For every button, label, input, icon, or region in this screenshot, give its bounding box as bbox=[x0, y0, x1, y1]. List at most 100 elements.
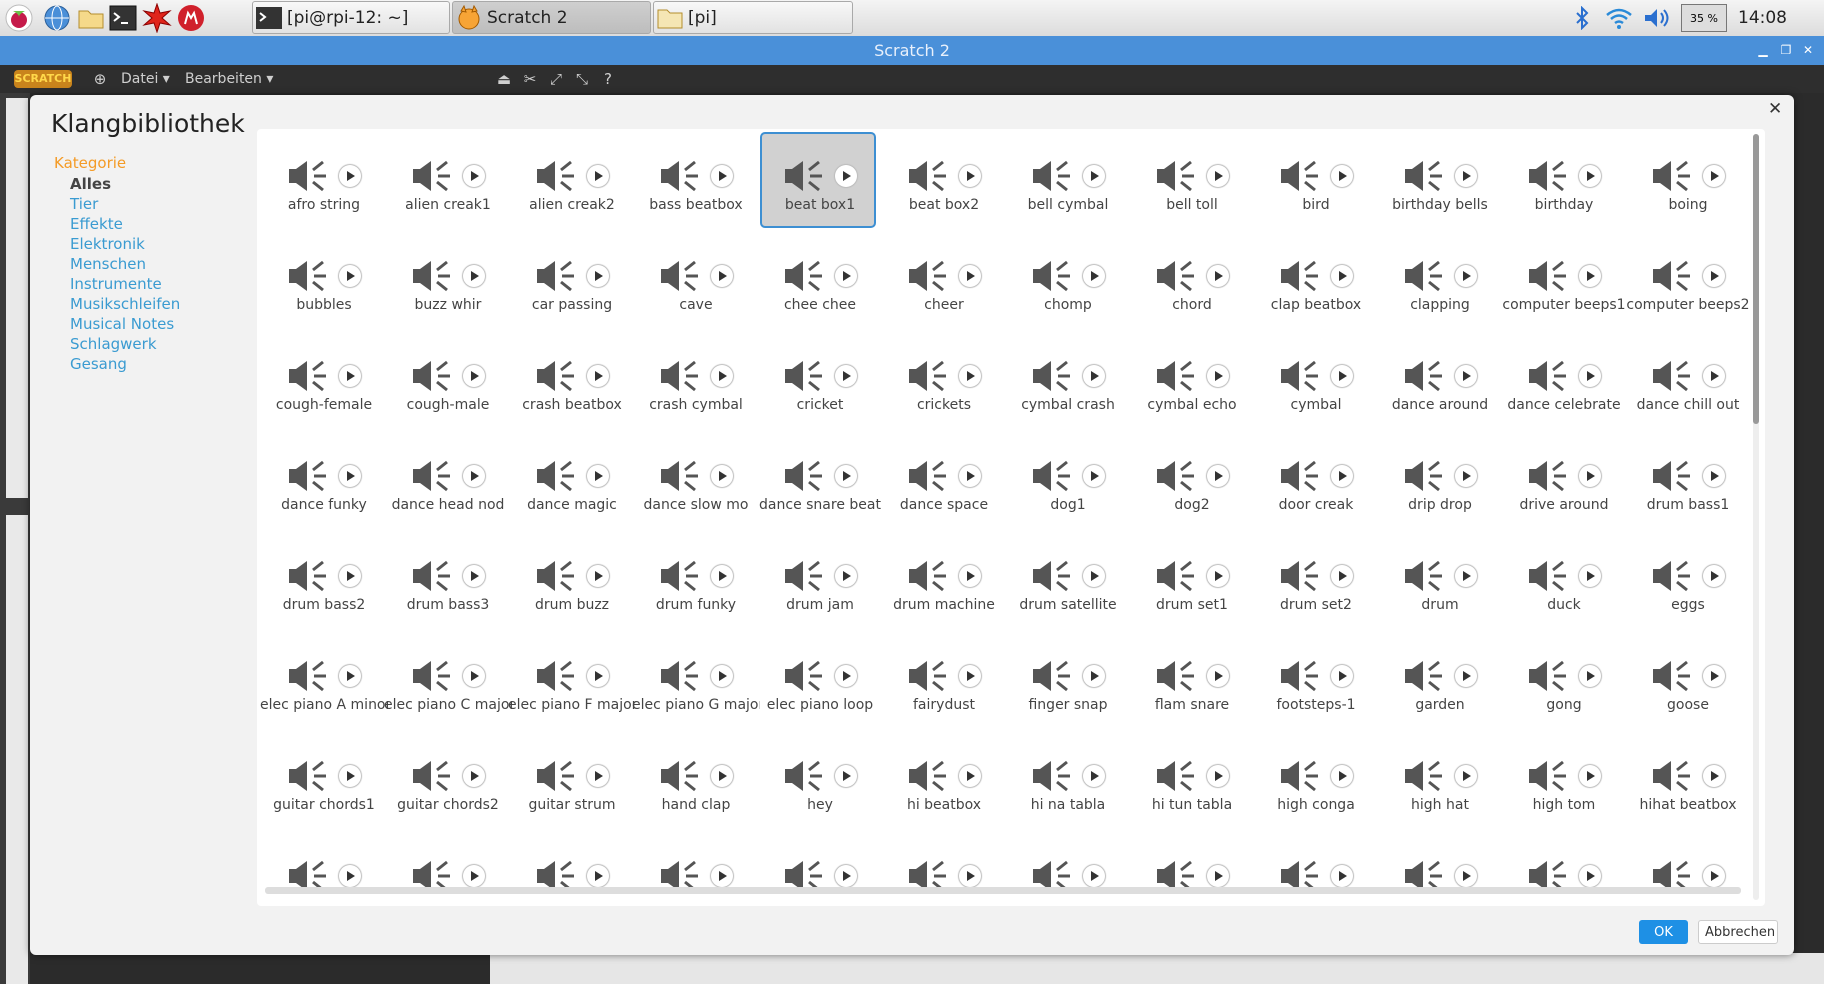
sound-item[interactable]: dance around bbox=[1380, 332, 1496, 428]
category-item[interactable]: Effekte bbox=[70, 215, 123, 233]
sound-item[interactable] bbox=[636, 832, 752, 906]
sound-item[interactable] bbox=[264, 832, 380, 906]
sound-item[interactable]: chomp bbox=[1008, 232, 1124, 328]
play-button-icon[interactable] bbox=[339, 165, 361, 187]
sound-item[interactable]: goose bbox=[1628, 632, 1744, 728]
sound-item[interactable]: drum set2 bbox=[1256, 532, 1372, 628]
play-button-icon[interactable] bbox=[1579, 565, 1601, 587]
category-item[interactable]: Elektronik bbox=[70, 235, 145, 253]
play-button-icon[interactable] bbox=[1207, 265, 1229, 287]
play-button-icon[interactable] bbox=[711, 365, 733, 387]
sound-item[interactable] bbox=[1504, 832, 1620, 906]
play-button-icon[interactable] bbox=[835, 365, 857, 387]
play-button-icon[interactable] bbox=[835, 865, 857, 887]
category-item[interactable]: Alles bbox=[70, 175, 111, 193]
menu-edit[interactable]: Bearbeiten ▾ bbox=[185, 65, 273, 93]
sound-item[interactable]: drum buzz bbox=[512, 532, 628, 628]
sound-item[interactable]: hand clap bbox=[636, 732, 752, 828]
sound-item[interactable]: garden bbox=[1380, 632, 1496, 728]
sound-item[interactable]: dance celebrate bbox=[1504, 332, 1621, 428]
sound-item[interactable]: drip drop bbox=[1380, 432, 1496, 528]
sound-item[interactable]: bell toll bbox=[1132, 132, 1248, 228]
play-button-icon[interactable] bbox=[1703, 265, 1725, 287]
wolfram-icon[interactable] bbox=[176, 3, 206, 33]
sound-item[interactable]: guitar chords2 bbox=[388, 732, 504, 828]
play-button-icon[interactable] bbox=[1579, 365, 1601, 387]
play-button-icon[interactable] bbox=[463, 365, 485, 387]
sound-item[interactable] bbox=[388, 832, 504, 906]
raspberry-menu-icon[interactable] bbox=[4, 3, 34, 33]
play-button-icon[interactable] bbox=[1579, 465, 1601, 487]
sound-item[interactable]: fairydust bbox=[884, 632, 1000, 728]
play-button-icon[interactable] bbox=[1703, 565, 1725, 587]
play-button-icon[interactable] bbox=[1083, 665, 1105, 687]
sound-item[interactable]: high tom bbox=[1504, 732, 1620, 828]
close-icon[interactable]: ✕ bbox=[1768, 99, 1782, 119]
grow-icon[interactable]: ⤢ bbox=[546, 69, 566, 89]
task-terminal[interactable]: [pi@rpi-12: ~] bbox=[252, 1, 450, 34]
close-window-icon[interactable]: ✕ bbox=[1797, 36, 1819, 65]
play-button-icon[interactable] bbox=[1579, 865, 1601, 887]
vertical-scrollbar[interactable] bbox=[1753, 134, 1759, 900]
sound-item[interactable]: bird bbox=[1256, 132, 1372, 228]
play-button-icon[interactable] bbox=[1331, 165, 1353, 187]
sound-item[interactable]: elec piano G major bbox=[632, 632, 760, 728]
play-button-icon[interactable] bbox=[1455, 765, 1477, 787]
sound-item[interactable]: clapping bbox=[1380, 232, 1496, 328]
play-button-icon[interactable] bbox=[1455, 365, 1477, 387]
play-button-icon[interactable] bbox=[835, 465, 857, 487]
play-button-icon[interactable] bbox=[959, 365, 981, 387]
help-icon[interactable]: ? bbox=[598, 69, 618, 89]
sound-item[interactable]: cymbal crash bbox=[1008, 332, 1124, 428]
sound-item[interactable] bbox=[760, 832, 876, 906]
sound-item[interactable]: cymbal echo bbox=[1132, 332, 1248, 428]
play-button-icon[interactable] bbox=[1331, 365, 1353, 387]
sound-item[interactable] bbox=[1132, 832, 1248, 906]
sound-item[interactable]: chee chee bbox=[760, 232, 876, 328]
file-manager-icon[interactable] bbox=[76, 3, 106, 33]
play-button-icon[interactable] bbox=[959, 165, 981, 187]
play-button-icon[interactable] bbox=[1703, 665, 1725, 687]
play-button-icon[interactable] bbox=[959, 865, 981, 887]
play-button-icon[interactable] bbox=[1331, 565, 1353, 587]
play-button-icon[interactable] bbox=[463, 465, 485, 487]
sound-item[interactable] bbox=[1380, 832, 1496, 906]
sound-item[interactable]: cricket bbox=[760, 332, 876, 428]
category-item[interactable]: Musikschleifen bbox=[70, 295, 180, 313]
play-button-icon[interactable] bbox=[1579, 265, 1601, 287]
play-button-icon[interactable] bbox=[711, 765, 733, 787]
play-button-icon[interactable] bbox=[959, 265, 981, 287]
sound-item[interactable]: drum machine bbox=[884, 532, 1000, 628]
sound-item[interactable]: crash beatbox bbox=[512, 332, 628, 428]
play-button-icon[interactable] bbox=[1207, 165, 1229, 187]
sound-item[interactable]: high hat bbox=[1380, 732, 1496, 828]
sound-item[interactable]: bass beatbox bbox=[636, 132, 752, 228]
math-kernel-icon[interactable] bbox=[142, 2, 172, 34]
sound-item[interactable]: dance space bbox=[884, 432, 1000, 528]
category-item[interactable]: Instrumente bbox=[70, 275, 162, 293]
sound-item[interactable]: car passing bbox=[512, 232, 628, 328]
category-item[interactable]: Tier bbox=[70, 195, 98, 213]
sound-item[interactable]: clap beatbox bbox=[1256, 232, 1372, 328]
play-button-icon[interactable] bbox=[1331, 265, 1353, 287]
sound-item[interactable]: finger snap bbox=[1008, 632, 1124, 728]
sound-item[interactable]: guitar strum bbox=[512, 732, 628, 828]
play-button-icon[interactable] bbox=[959, 465, 981, 487]
category-item[interactable]: Musical Notes bbox=[70, 315, 174, 333]
play-button-icon[interactable] bbox=[339, 665, 361, 687]
sound-item[interactable]: bell cymbal bbox=[1008, 132, 1124, 228]
sound-item[interactable] bbox=[884, 832, 1000, 906]
play-button-icon[interactable] bbox=[463, 265, 485, 287]
sound-item[interactable]: cave bbox=[636, 232, 752, 328]
duplicate-stamp-icon[interactable]: ⏏ bbox=[494, 69, 514, 89]
sound-item[interactable]: elec piano loop bbox=[760, 632, 876, 728]
play-button-icon[interactable] bbox=[1455, 165, 1477, 187]
sound-item[interactable]: crickets bbox=[884, 332, 1000, 428]
terminal-icon[interactable] bbox=[108, 3, 138, 33]
sound-item[interactable]: drum set1 bbox=[1132, 532, 1248, 628]
play-button-icon[interactable] bbox=[587, 565, 609, 587]
sound-item[interactable]: high conga bbox=[1256, 732, 1372, 828]
play-button-icon[interactable] bbox=[1703, 865, 1725, 887]
play-button-icon[interactable] bbox=[1207, 365, 1229, 387]
vertical-scrollbar-thumb[interactable] bbox=[1753, 134, 1759, 424]
